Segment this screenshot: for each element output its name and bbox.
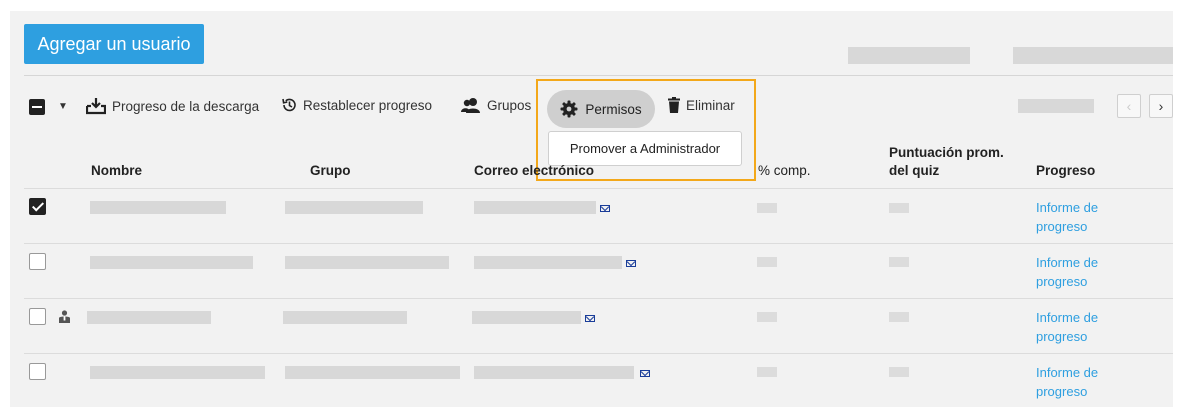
divider (24, 353, 1173, 354)
progress-report-link[interactable]: Informe de progreso (1036, 308, 1126, 346)
email-placeholder (474, 201, 596, 214)
email-placeholder (474, 366, 634, 379)
divider (24, 75, 1173, 76)
column-header-quiz-line2: del quiz (889, 163, 940, 178)
link-line: progreso (1036, 384, 1088, 399)
row-checkbox[interactable] (29, 308, 46, 325)
comp-placeholder (757, 203, 777, 213)
row-checkbox[interactable] (29, 253, 46, 270)
column-header-nombre[interactable]: Nombre (91, 162, 142, 180)
reset-label: Restablecer progreso (303, 97, 433, 113)
group-placeholder (285, 201, 423, 214)
header-placeholder (848, 47, 970, 64)
pager-placeholder (1018, 99, 1094, 113)
group-placeholder (285, 256, 449, 269)
row-checkbox[interactable] (29, 198, 46, 215)
chevron-right-icon[interactable]: › (1149, 94, 1173, 118)
column-header-quiz[interactable]: Puntuación prom. del quiz (889, 144, 1004, 180)
permissions-button[interactable]: Permisos (547, 90, 655, 128)
permissions-label: Permisos (585, 101, 642, 117)
email-placeholder (474, 256, 622, 269)
column-header-quiz-line1: Puntuación prom. (889, 145, 1004, 160)
mail-icon[interactable] (600, 205, 610, 212)
divider (24, 188, 1173, 189)
comp-placeholder (757, 257, 777, 267)
gear-icon (560, 100, 578, 118)
link-line: Informe de (1036, 200, 1099, 215)
reset-progress-button[interactable]: Restablecer progreso (281, 97, 432, 113)
quiz-placeholder (889, 203, 909, 213)
progress-report-link[interactable]: Informe de progreso (1036, 253, 1126, 291)
mail-icon[interactable] (585, 315, 595, 322)
link-line: progreso (1036, 219, 1088, 234)
mail-icon[interactable] (626, 260, 636, 267)
name-placeholder (90, 366, 265, 379)
mail-icon[interactable] (640, 370, 650, 377)
divider (24, 243, 1173, 244)
divider (24, 298, 1173, 299)
group-placeholder (285, 366, 460, 379)
comp-placeholder (757, 367, 777, 377)
link-line: Informe de (1036, 365, 1099, 380)
delete-button[interactable]: Eliminar (668, 97, 735, 113)
name-placeholder (90, 201, 226, 214)
column-header-comp[interactable]: % comp. (758, 162, 811, 180)
quiz-placeholder (889, 367, 909, 377)
link-line: Informe de (1036, 255, 1099, 270)
email-placeholder (472, 311, 581, 324)
download-label: Progreso de la descarga (112, 98, 260, 114)
progress-report-link[interactable]: Informe de progreso (1036, 198, 1126, 236)
users-icon (461, 98, 480, 113)
history-icon (282, 98, 296, 112)
comp-placeholder (757, 312, 777, 322)
groups-button[interactable]: Grupos (461, 97, 531, 113)
column-header-grupo[interactable]: Grupo (310, 162, 351, 180)
delete-label: Eliminar (686, 97, 735, 113)
row-checkbox[interactable] (29, 363, 46, 380)
column-header-correo[interactable]: Correo electrónico (474, 162, 594, 180)
link-line: Informe de (1036, 310, 1099, 325)
group-placeholder (283, 311, 407, 324)
link-line: progreso (1036, 274, 1088, 289)
trash-icon (668, 97, 680, 113)
admin-user-icon (59, 310, 70, 323)
select-all-checkbox[interactable] (29, 99, 45, 115)
name-placeholder (90, 256, 253, 269)
progress-report-link[interactable]: Informe de progreso (1036, 363, 1126, 401)
header-placeholder (1013, 47, 1173, 64)
download-progress-button[interactable]: Progreso de la descarga (86, 97, 259, 115)
add-user-button[interactable]: Agregar un usuario (24, 24, 204, 64)
quiz-placeholder (889, 257, 909, 267)
name-placeholder (87, 311, 211, 324)
column-header-progreso[interactable]: Progreso (1036, 162, 1095, 180)
quiz-placeholder (889, 312, 909, 322)
promote-admin-menu-item[interactable]: Promover a Administrador (548, 131, 742, 166)
chevron-down-icon[interactable]: ▼ (58, 101, 68, 112)
link-line: progreso (1036, 329, 1088, 344)
groups-label: Grupos (487, 97, 532, 113)
download-icon (86, 98, 106, 115)
chevron-left-icon[interactable]: ‹ (1117, 94, 1141, 118)
